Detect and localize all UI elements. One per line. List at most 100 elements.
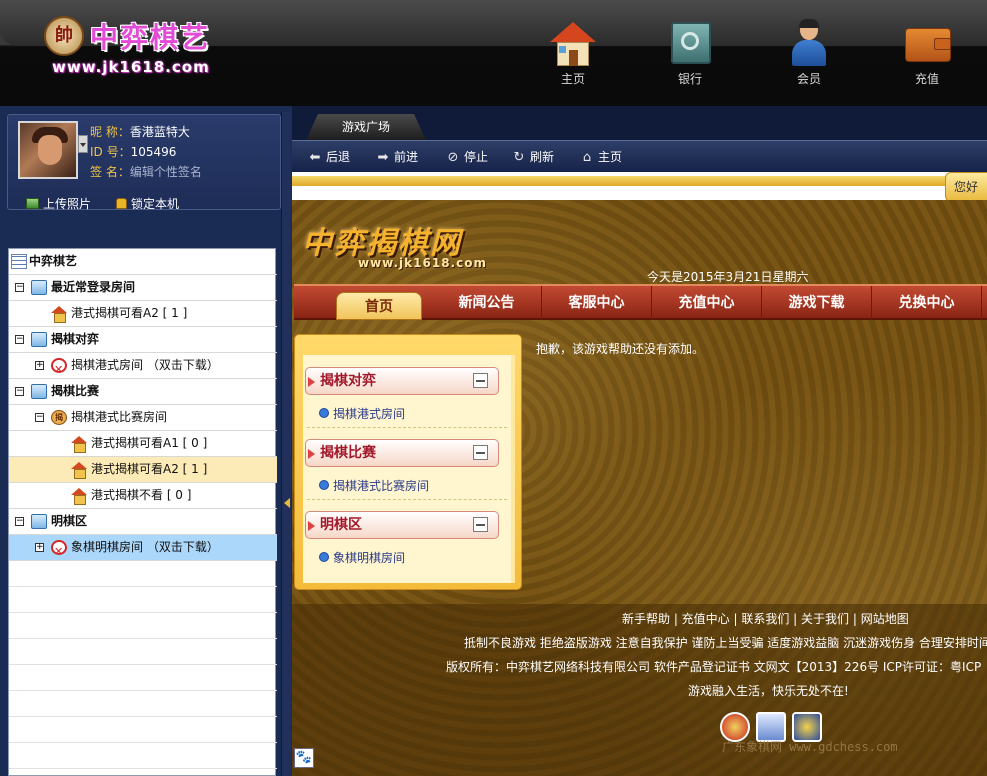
nav-home-label: 主页	[560, 72, 585, 86]
tree-group-open-chess[interactable]: − 明棋区	[9, 509, 277, 535]
tab-game-plaza[interactable]: 游戏广场	[306, 114, 426, 140]
game-coin-icon: 揭	[51, 410, 67, 425]
avatar[interactable]	[18, 121, 78, 179]
user-id-value: 105496	[130, 145, 177, 159]
nav-bank-label: 银行	[677, 72, 702, 86]
home-button[interactable]: ⌂ 主页	[580, 141, 622, 173]
upload-photo-icon	[26, 198, 39, 209]
tree-empty-row	[9, 743, 277, 769]
site-nav-service[interactable]: 客服中心	[542, 286, 652, 320]
tree-room-item[interactable]: 港式揭棋不看 [ 0 ]	[9, 483, 277, 509]
expand-icon[interactable]: +	[35, 361, 44, 370]
tree-group-recent[interactable]: − 最近常登录房间	[9, 275, 277, 301]
nav-recharge-label: 充值	[914, 72, 939, 86]
home-small-icon: ⌂	[582, 150, 592, 165]
site-logo: 中弈揭棋网 www.jk1618.com	[302, 218, 522, 280]
stop-label: 停止	[464, 150, 489, 164]
folder-icon	[31, 514, 47, 529]
logo-seal: 帥	[44, 16, 84, 56]
tree-room-item-selected[interactable]: + 象棋明棋房间 （双击下载）	[9, 535, 277, 564]
home-icon	[550, 20, 596, 66]
tree-empty-row	[9, 587, 277, 613]
tree-room-label: 港式揭棋可看A1 [ 0 ]	[91, 436, 208, 450]
arrow-right-icon: ➡	[377, 150, 389, 165]
site-side-menu: 揭棋对弈 揭棋港式房间 揭棋比赛 揭棋港式比赛房间 明棋区 象棋明棋房间	[294, 334, 522, 590]
collapse-icon[interactable]: −	[35, 413, 44, 422]
nickname-label: 昵 称：	[90, 125, 130, 139]
footer-slogan: 游戏融入生活，快乐无处不在!	[688, 684, 849, 698]
menu-section-jieqi-play[interactable]: 揭棋对弈	[305, 367, 499, 395]
tree-group-jieqi-play[interactable]: − 揭棋对弈	[9, 327, 277, 353]
nickname-row: 昵 称：香港蓝特大	[90, 123, 190, 140]
refresh-button[interactable]: ↻ 刷新	[512, 141, 554, 173]
tree-room-item[interactable]: 港式揭棋可看A2 [ 1 ]	[9, 301, 277, 327]
menu-link[interactable]: 象棋明棋房间	[319, 549, 405, 566]
tree-room-label: 港式揭棋不看 [ 0 ]	[91, 488, 192, 502]
site-nav-exchange[interactable]: 兑换中心	[872, 286, 982, 320]
tree-empty-row	[9, 639, 277, 665]
tree-empty-row	[9, 613, 277, 639]
collapse-icon[interactable]: −	[15, 335, 24, 344]
collapse-icon[interactable]: −	[15, 283, 24, 292]
sidebar-splitter[interactable]	[281, 112, 291, 776]
forward-button[interactable]: ➡ 前进	[376, 141, 418, 173]
menu-section-jieqi-match[interactable]: 揭棋比赛	[305, 439, 499, 467]
profile-card: 昵 称：香港蓝特大 ID 号：105496 签 名：编辑个性签名 上传照片 锁定…	[7, 114, 281, 212]
tree-empty-row	[9, 665, 277, 691]
menu-section-open-chess[interactable]: 明棋区	[305, 511, 499, 539]
signature-edit-link[interactable]: 编辑个性签名	[130, 165, 202, 179]
lock-machine-label: 锁定本机	[131, 197, 180, 211]
greeting-bar-line	[292, 176, 987, 186]
footer-copyright: 版权所有：中弈棋艺网络科技有限公司 软件产品登记证书 文网文【2013】226号…	[446, 660, 982, 674]
minus-icon[interactable]	[473, 445, 488, 460]
menu-divider	[307, 427, 507, 428]
nav-recharge-button[interactable]: 充值	[892, 20, 962, 90]
tree-room-item[interactable]: 港式揭棋可看A1 [ 0 ]	[9, 431, 277, 457]
collapse-icon[interactable]: −	[15, 387, 24, 396]
lock-machine-button[interactable]: 锁定本机	[116, 195, 179, 212]
room-house-icon	[51, 306, 67, 323]
footer-links[interactable]: 新手帮助 | 充值中心 | 联系我们 | 关于我们 | 网站地图	[292, 610, 987, 627]
collapse-icon[interactable]: −	[15, 517, 24, 526]
back-label: 后退	[326, 150, 351, 164]
tree-room-item[interactable]: + 揭棋港式房间 （双击下载）	[9, 353, 277, 382]
nav-member-label: 会员	[796, 72, 821, 86]
room-house-icon	[71, 488, 87, 505]
expand-icon[interactable]: +	[35, 543, 44, 552]
tree-room-item-hover[interactable]: 港式揭棋可看A2 [ 1 ]	[9, 457, 277, 483]
nav-home-button[interactable]: 主页	[538, 20, 608, 90]
top-header: 帥 中弈棋艺 www.jk1618.com 主页 银行 会员 充值	[0, 0, 987, 106]
folder-icon	[31, 332, 47, 347]
site-nav-recharge[interactable]: 充值中心	[652, 286, 762, 320]
tree-room-label: 揭棋港式房间 （双击下载）	[71, 358, 219, 372]
stop-icon: ⊘	[447, 150, 459, 165]
site-nav-home[interactable]: 首页	[336, 292, 422, 320]
nav-member-button[interactable]: 会员	[774, 19, 844, 90]
refresh-label: 刷新	[530, 150, 555, 164]
upload-photo-label: 上传照片	[43, 197, 92, 211]
room-tree: 中弈棋艺 − 最近常登录房间 港式揭棋可看A2 [ 1 ] − 揭棋对弈 + 揭…	[8, 248, 277, 776]
site-nav-news[interactable]: 新闻公告	[432, 286, 542, 320]
menu-link[interactable]: 揭棋港式房间	[319, 405, 405, 422]
collapse-arrow-icon[interactable]	[284, 498, 290, 508]
menu-section-title: 明棋区	[320, 517, 362, 533]
menu-section-title: 揭棋比赛	[320, 445, 376, 461]
footer-advice: 抵制不良游戏 拒绝盗版游戏 注意自我保护 谨防上当受骗 适度游戏益脑 沉迷游戏伤…	[464, 636, 987, 650]
home-label: 主页	[598, 150, 623, 164]
stop-button[interactable]: ⊘ 停止	[446, 141, 488, 173]
help-notice: 抱歉，该游戏帮助还没有添加。	[536, 342, 705, 356]
site-nav-download[interactable]: 游戏下载	[762, 286, 872, 320]
minus-icon[interactable]	[473, 517, 488, 532]
today-date: 今天是2015年3月21日星期六	[647, 270, 809, 284]
back-button[interactable]: ⬅ 后退	[308, 141, 350, 173]
paw-icon[interactable]: 🐾	[294, 748, 314, 768]
upload-photo-button[interactable]: 上传照片	[26, 195, 91, 212]
minus-icon[interactable]	[473, 373, 488, 388]
avatar-dropdown-button[interactable]	[78, 135, 88, 153]
nav-bank-button[interactable]: 银行	[655, 20, 725, 90]
menu-link[interactable]: 揭棋港式比赛房间	[319, 477, 429, 494]
tree-group-jieqi-match[interactable]: − 揭棋比赛	[9, 379, 277, 405]
tree-empty-row	[9, 691, 277, 717]
tree-subgroup[interactable]: − 揭 揭棋港式比赛房间	[9, 405, 277, 431]
tree-root[interactable]: 中弈棋艺	[9, 249, 277, 275]
